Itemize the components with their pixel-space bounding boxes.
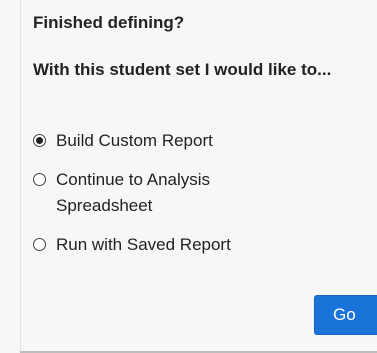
panel-prompt: With this student set I would like to... [33, 60, 332, 79]
radio-build-custom-report[interactable] [33, 134, 46, 147]
option-label: Build Custom Report [56, 131, 213, 150]
option-run-with-saved-report[interactable]: Run with Saved Report [33, 232, 377, 258]
go-button[interactable]: Go [314, 295, 377, 335]
radio-run-with-saved-report[interactable] [33, 238, 46, 251]
finish-panel: Finished defining? With this student set… [0, 0, 377, 353]
radio-continue-to-analysis-spreadsheet[interactable] [33, 173, 46, 186]
panel-heading: Finished defining? [33, 13, 185, 32]
report-options: Build Custom Report Continue to Analysis… [33, 128, 377, 258]
option-label: Run with Saved Report [56, 235, 231, 254]
option-label: Continue to Analysis Spreadsheet [56, 170, 211, 215]
panel-left-border [20, 0, 21, 353]
option-continue-to-analysis-spreadsheet[interactable]: Continue to Analysis Spreadsheet [33, 167, 377, 219]
option-build-custom-report[interactable]: Build Custom Report [33, 128, 377, 154]
